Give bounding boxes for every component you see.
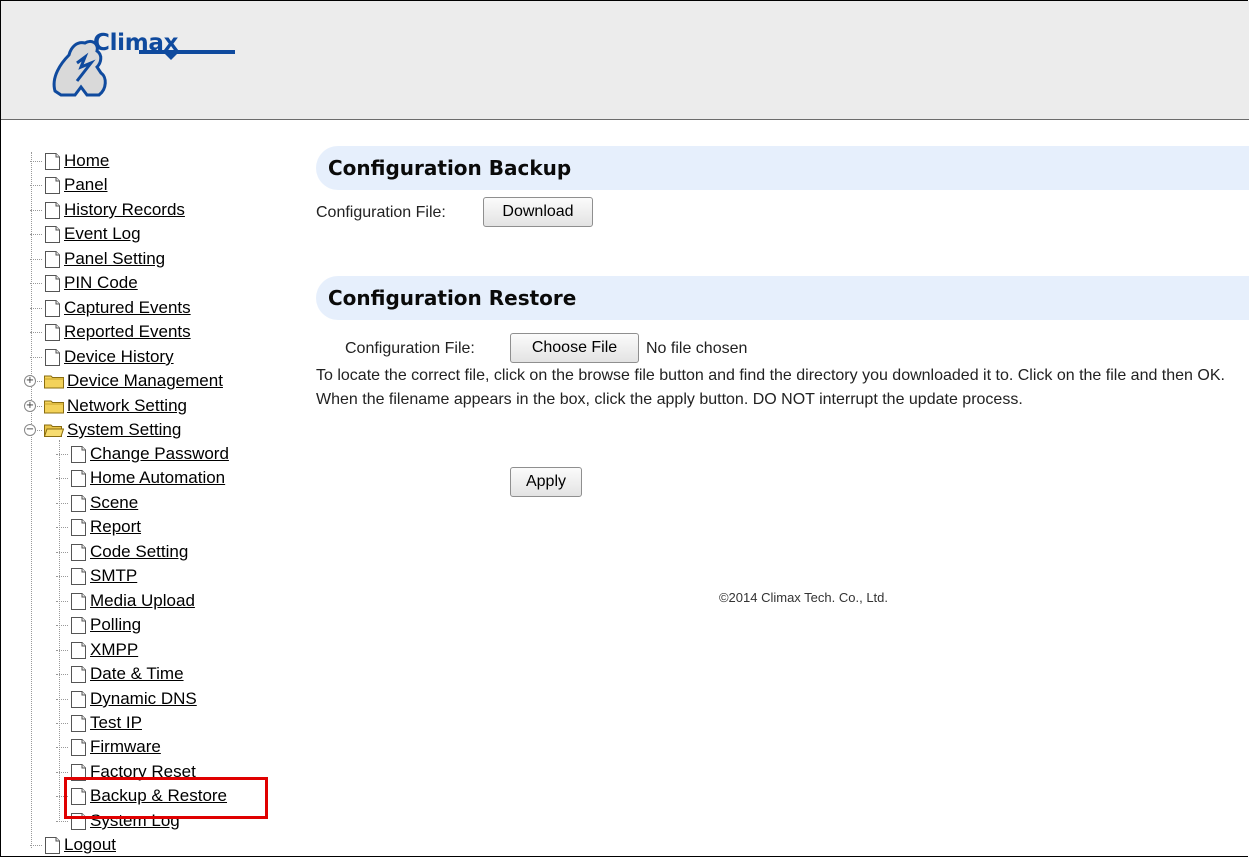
nav-item-scene[interactable]: Scene	[70, 491, 138, 515]
nav-link-pin-code[interactable]: PIN Code	[64, 273, 138, 293]
nav-link-panel-setting[interactable]: Panel Setting	[64, 249, 165, 269]
nav-link-logout[interactable]: Logout	[64, 835, 116, 855]
nav-item-panel[interactable]: Panel	[44, 173, 107, 197]
nav-item-code-setting[interactable]: Code Setting	[70, 540, 188, 564]
nav-item-captured-events[interactable]: Captured Events	[44, 296, 191, 320]
page-frame	[0, 0, 1248, 857]
document-icon	[44, 299, 64, 318]
document-icon	[44, 201, 64, 220]
nav-item-logout[interactable]: Logout	[44, 833, 116, 857]
collapse-toggle-icon[interactable]: −	[24, 424, 36, 436]
download-button[interactable]: Download	[483, 197, 593, 227]
nav-item-history-records[interactable]: History Records	[44, 198, 185, 222]
nav-link-panel[interactable]: Panel	[64, 175, 107, 195]
folder-open-icon	[44, 423, 67, 438]
document-icon	[70, 445, 90, 464]
nav-link-xmpp[interactable]: XMPP	[90, 640, 138, 660]
nav-item-xmpp[interactable]: XMPP	[70, 638, 138, 662]
document-icon	[44, 274, 64, 293]
nav-link-report[interactable]: Report	[90, 517, 141, 537]
nav-item-event-log[interactable]: Event Log	[44, 222, 141, 246]
nav-item-firmware[interactable]: Firmware	[70, 735, 161, 759]
logo-text: Climax	[93, 30, 179, 56]
folder-icon	[44, 374, 67, 389]
header-bar: Climax	[1, 1, 1249, 120]
backup-file-label: Configuration File:	[316, 204, 446, 221]
document-icon	[70, 665, 90, 684]
document-icon	[70, 518, 90, 537]
nav-link-home[interactable]: Home	[64, 151, 109, 171]
no-file-chosen-text: No file chosen	[646, 340, 748, 357]
nav-link-event-log[interactable]: Event Log	[64, 224, 141, 244]
nav-item-dynamic-dns[interactable]: Dynamic DNS	[70, 687, 197, 711]
selected-item-highlight	[64, 777, 268, 819]
nav-item-network-setting[interactable]: Network Setting	[44, 394, 187, 418]
nav-item-home[interactable]: Home	[44, 149, 109, 173]
document-icon	[44, 176, 64, 195]
nav-link-captured-events[interactable]: Captured Events	[64, 298, 191, 318]
document-icon	[44, 836, 64, 855]
nav-link-smtp[interactable]: SMTP	[90, 566, 137, 586]
document-icon	[70, 641, 90, 660]
nav-item-polling[interactable]: Polling	[70, 613, 141, 637]
nav-item-panel-setting[interactable]: Panel Setting	[44, 247, 165, 271]
nav-link-dynamic-dns[interactable]: Dynamic DNS	[90, 689, 197, 709]
document-icon	[44, 348, 64, 367]
document-icon	[70, 738, 90, 757]
copyright-text: ©2014 Climax Tech. Co., Ltd.	[718, 590, 889, 605]
nav-link-code-setting[interactable]: Code Setting	[90, 542, 188, 562]
nav-link-reported-events[interactable]: Reported Events	[64, 322, 191, 342]
restore-file-label: Configuration File:	[345, 340, 475, 357]
document-icon	[70, 494, 90, 513]
folder-icon	[44, 399, 67, 414]
nav-item-device-management[interactable]: Device Management	[44, 369, 223, 393]
nav-item-test-ip[interactable]: Test IP	[70, 711, 142, 735]
document-icon	[44, 225, 64, 244]
nav-link-test-ip[interactable]: Test IP	[90, 713, 142, 733]
footer: ©2014 Climax Tech. Co., Ltd.	[0, 590, 1249, 605]
nav-item-home-automation[interactable]: Home Automation	[70, 466, 225, 490]
document-icon	[44, 152, 64, 171]
nav-link-device-history[interactable]: Device History	[64, 347, 174, 367]
nav-item-smtp[interactable]: SMTP	[70, 564, 137, 588]
apply-button[interactable]: Apply	[510, 467, 582, 497]
nav-link-polling[interactable]: Polling	[90, 615, 141, 635]
nav-link-firmware[interactable]: Firmware	[90, 737, 161, 757]
nav-item-system-setting[interactable]: System Setting	[44, 418, 181, 442]
expand-toggle-icon[interactable]: +	[24, 400, 36, 412]
document-icon	[70, 543, 90, 562]
document-icon	[70, 714, 90, 733]
nav-link-system-setting[interactable]: System Setting	[67, 420, 181, 440]
nav-link-network-setting[interactable]: Network Setting	[67, 396, 187, 416]
nav-item-change-password[interactable]: Change Password	[70, 442, 229, 466]
nav-link-change-password[interactable]: Change Password	[90, 444, 229, 464]
nav-link-scene[interactable]: Scene	[90, 493, 138, 513]
nav-item-reported-events[interactable]: Reported Events	[44, 320, 191, 344]
document-icon	[70, 690, 90, 709]
document-icon	[44, 250, 64, 269]
section-title-restore: Configuration Restore	[316, 276, 1249, 320]
document-icon	[44, 323, 64, 342]
nav-link-device-management[interactable]: Device Management	[67, 371, 223, 391]
nav-item-device-history[interactable]: Device History	[44, 345, 174, 369]
nav-link-date-and-time[interactable]: Date & Time	[90, 664, 184, 684]
document-icon	[70, 469, 90, 488]
section-title-backup: Configuration Backup	[316, 146, 1249, 190]
restore-instructions: To locate the correct file, click on the…	[316, 367, 1225, 408]
nav-item-pin-code[interactable]: PIN Code	[44, 271, 138, 295]
nav-item-date-and-time[interactable]: Date & Time	[70, 662, 184, 686]
nav-item-report[interactable]: Report	[70, 515, 141, 539]
nav-link-home-automation[interactable]: Home Automation	[90, 468, 225, 488]
document-icon	[70, 616, 90, 635]
nav-link-history-records[interactable]: History Records	[64, 200, 185, 220]
expand-toggle-icon[interactable]: +	[24, 375, 36, 387]
document-icon	[70, 567, 90, 586]
choose-file-button[interactable]: Choose File	[510, 333, 639, 363]
